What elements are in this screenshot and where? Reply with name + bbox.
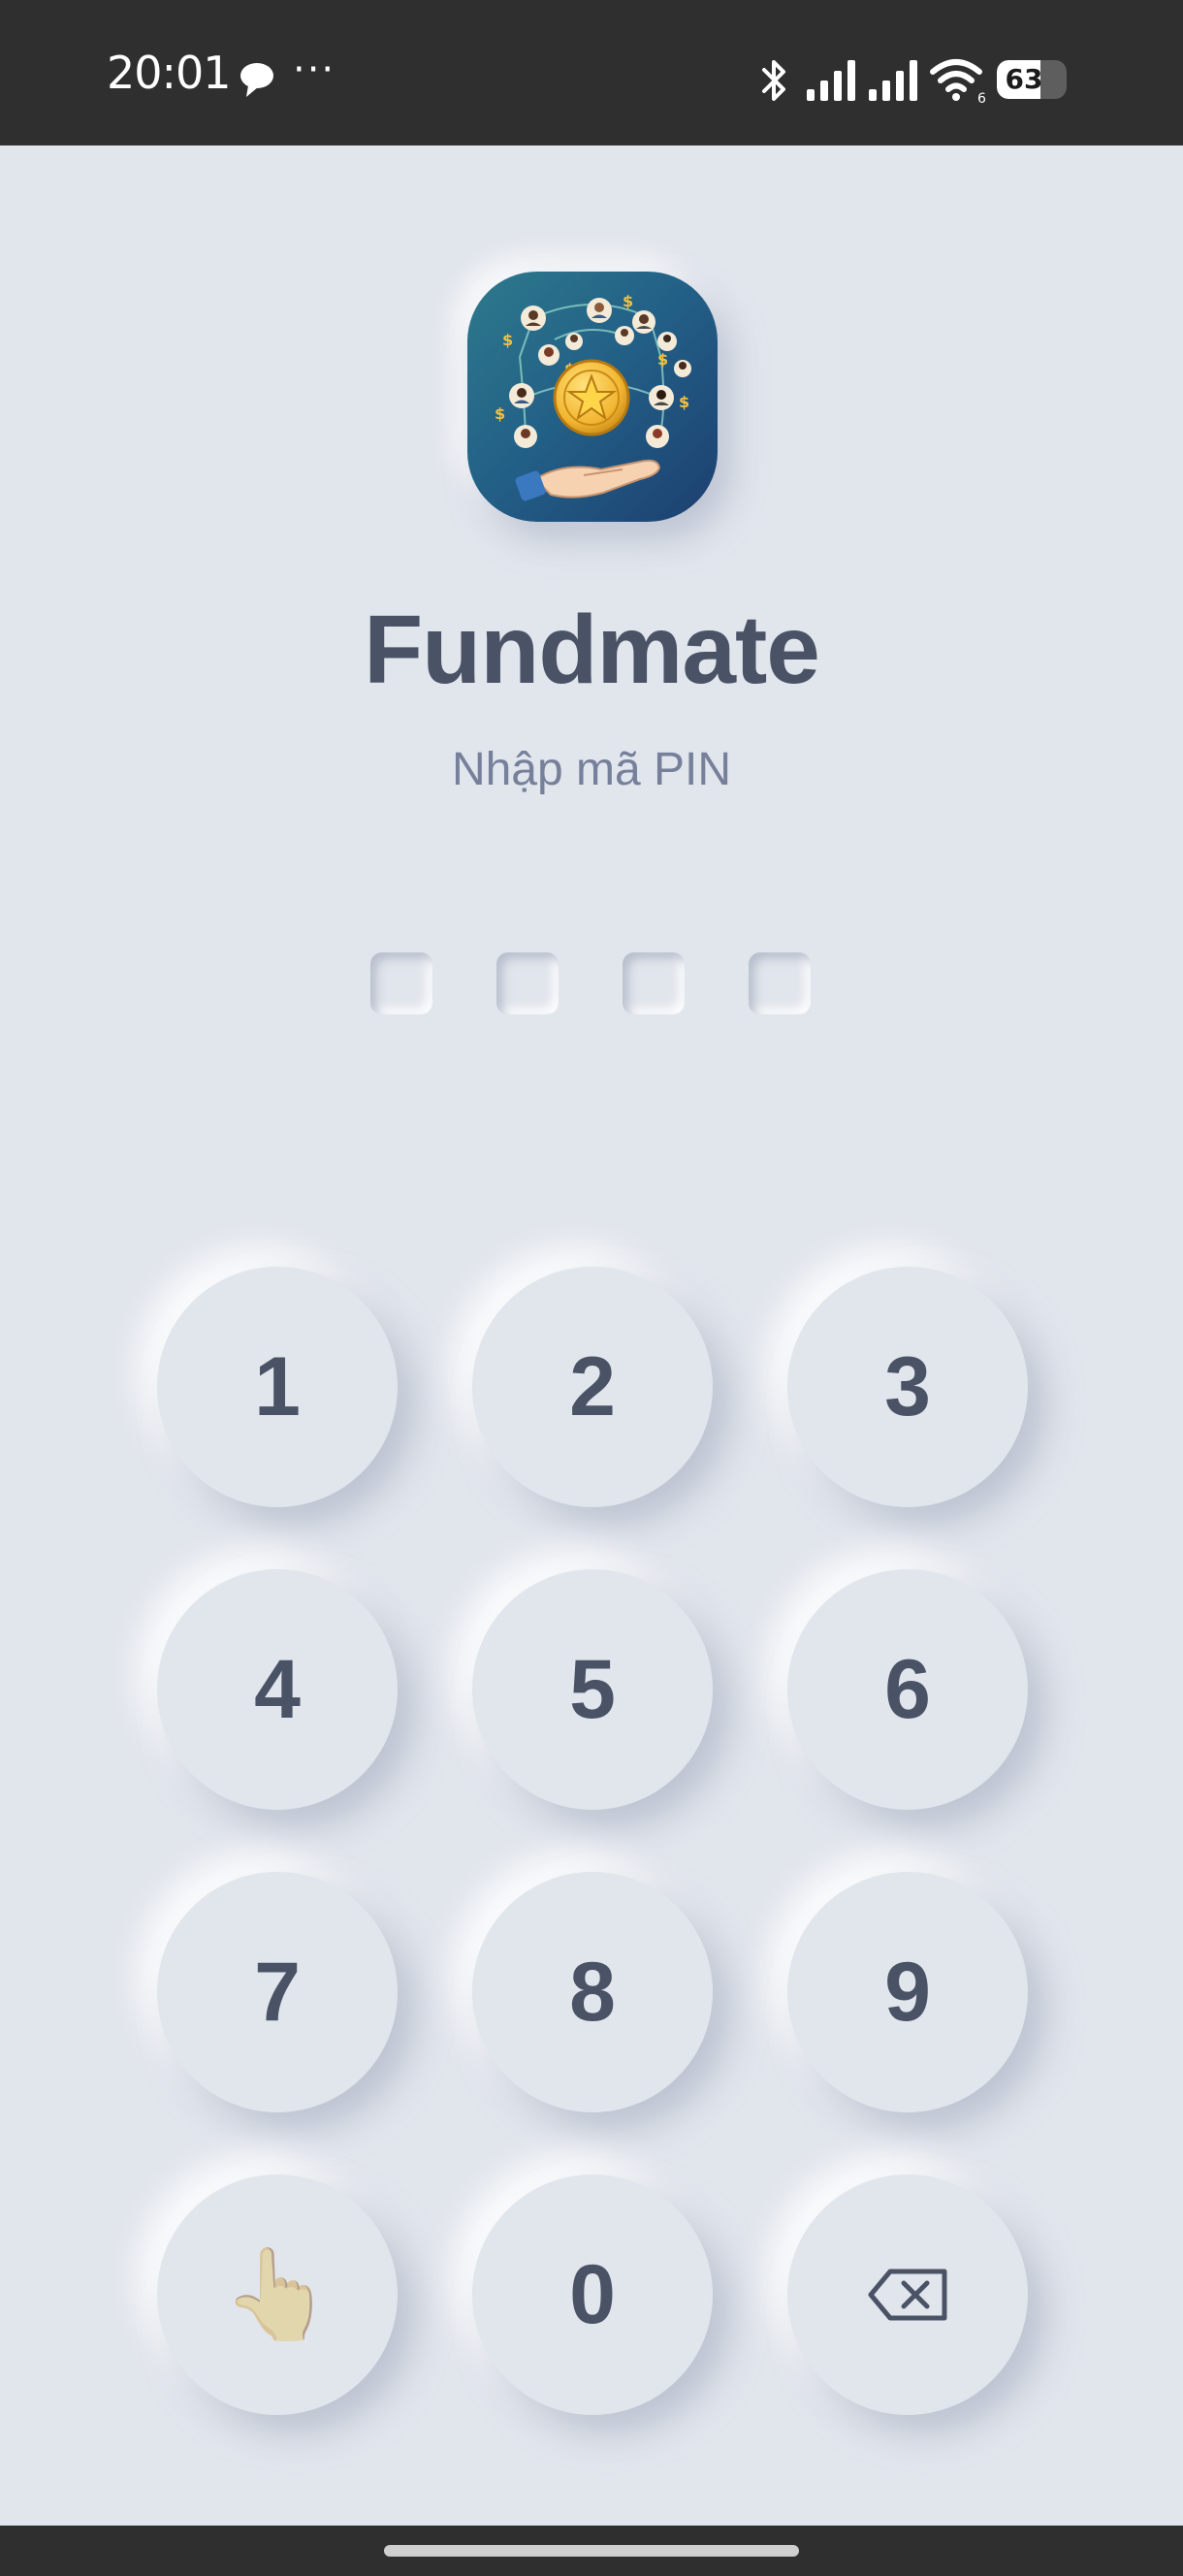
- pin-dot-4: [749, 952, 811, 1014]
- key-3-label: 3: [884, 1340, 931, 1433]
- key-0[interactable]: 0: [472, 2174, 713, 2415]
- wifi-badge: 6: [977, 91, 986, 105]
- svg-text:$: $: [657, 350, 668, 369]
- key-5-label: 5: [569, 1643, 616, 1736]
- app-title: Fundmate: [364, 596, 820, 704]
- app-logo: $ $ $ $ $ $: [467, 272, 718, 522]
- pin-prompt: Nhập mã PIN: [451, 744, 732, 795]
- key-4[interactable]: 4: [157, 1569, 398, 1810]
- key-6[interactable]: 6: [787, 1569, 1028, 1810]
- pin-dot-1: [370, 952, 432, 1014]
- message-icon: [240, 63, 273, 97]
- key-7-label: 7: [254, 1946, 301, 2039]
- key-2-label: 2: [569, 1340, 616, 1433]
- more-notifications-icon: ···: [293, 48, 336, 92]
- status-bar: 20:01 ··· 6 63: [0, 0, 1183, 145]
- fundmate-logo-icon: $ $ $ $ $ $: [467, 272, 718, 522]
- svg-text:$: $: [679, 393, 689, 411]
- signal-icon-2: [869, 60, 917, 101]
- key-2[interactable]: 2: [472, 1267, 713, 1507]
- key-7[interactable]: 7: [157, 1872, 398, 2112]
- key-0-label: 0: [569, 2248, 616, 2341]
- bluetooth-icon: [762, 60, 785, 101]
- svg-text:$: $: [502, 331, 513, 349]
- backspace-button[interactable]: [787, 2174, 1028, 2415]
- key-6-label: 6: [884, 1643, 931, 1736]
- home-indicator[interactable]: [384, 2545, 799, 2557]
- battery-level: 63: [1005, 63, 1043, 95]
- key-1-label: 1: [254, 1340, 301, 1433]
- battery-icon: 63: [997, 60, 1067, 99]
- svg-text:$: $: [495, 404, 505, 423]
- fingerprint-icon: 👆: [221, 2245, 334, 2344]
- key-5[interactable]: 5: [472, 1569, 713, 1810]
- pin-dot-2: [496, 952, 559, 1014]
- key-8[interactable]: 8: [472, 1872, 713, 2112]
- navigation-bar: [0, 2526, 1183, 2576]
- key-4-label: 4: [254, 1643, 301, 1736]
- key-3[interactable]: 3: [787, 1267, 1028, 1507]
- key-9-label: 9: [884, 1946, 931, 2039]
- signal-icon: [807, 60, 855, 101]
- fingerprint-button[interactable]: 👆: [157, 2174, 398, 2415]
- pin-dot-3: [623, 952, 685, 1014]
- key-8-label: 8: [569, 1946, 616, 2039]
- backspace-icon: [868, 2269, 947, 2321]
- wifi-icon: 6: [930, 59, 986, 105]
- key-9[interactable]: 9: [787, 1872, 1028, 2112]
- key-1[interactable]: 1: [157, 1267, 398, 1507]
- svg-text:$: $: [623, 292, 633, 310]
- status-time: 20:01: [107, 47, 232, 99]
